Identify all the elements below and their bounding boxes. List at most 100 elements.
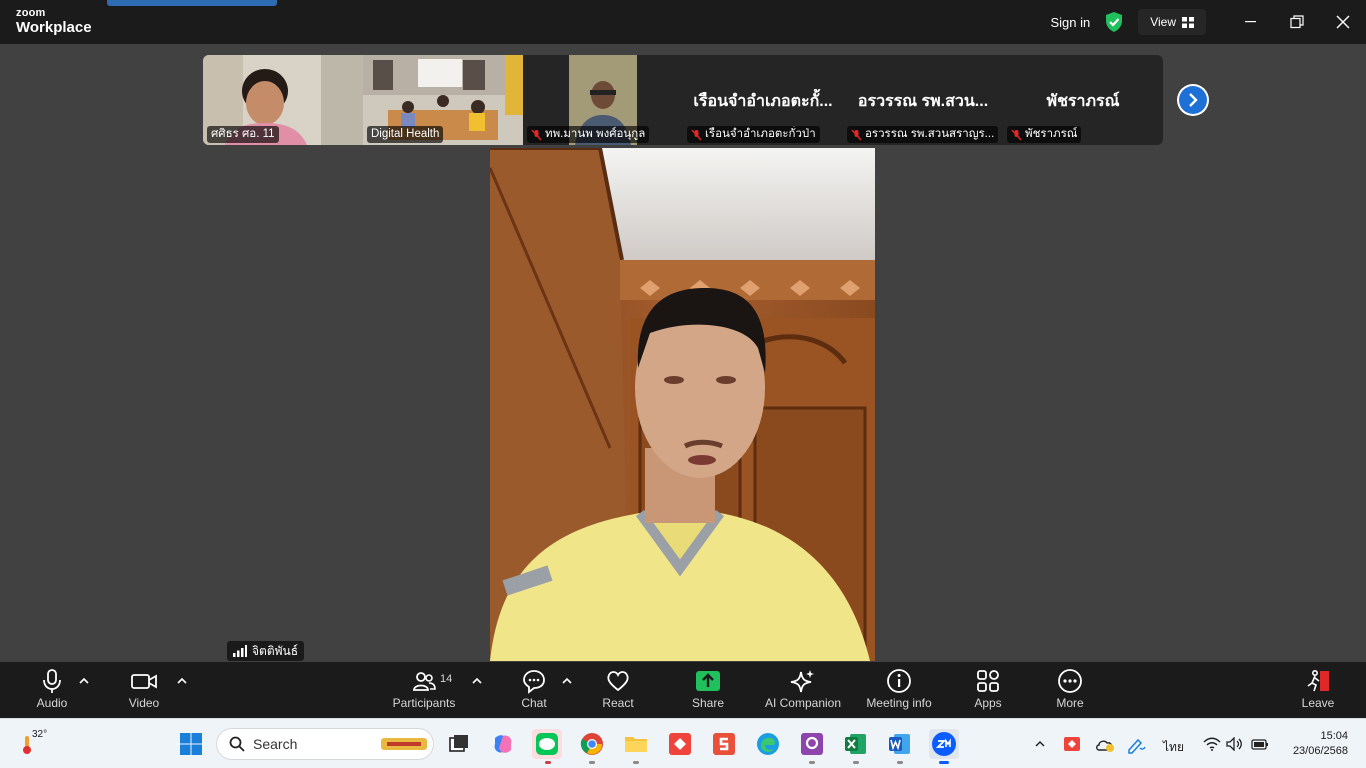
participant-tile[interactable]: เรือนจำอำเภอตะกั้... เรือนจำอำเภอตะกั่วป… [683,55,843,145]
start-button[interactable] [176,729,206,759]
speaker-video-frame [490,148,875,661]
share-button[interactable]: Share [668,668,748,710]
self-view-name: จิตติพันธ์ [252,643,299,658]
more-button[interactable]: More [1030,668,1110,710]
audio-label: Audio [36,696,68,710]
zoom-active-indicator [939,761,949,764]
windows-taskbar: 32° Search ไทย 15:04 23/06/2568 [0,718,1366,768]
anydesk-tray-icon[interactable] [1063,736,1081,752]
participant-name: เรือนจำอำเภอตะกั่วป่า [687,126,820,143]
taskbar-pdf-app[interactable] [797,729,827,759]
microphone-icon [43,669,61,693]
line-app-icon [536,733,558,755]
meeting-info-button[interactable]: Meeting info [859,668,939,710]
chat-button[interactable]: Chat [494,668,574,710]
participant-display-name: พัชราภรณ์ [1046,93,1120,110]
react-button[interactable]: React [578,668,658,710]
more-ellipsis-icon [1058,669,1082,693]
close-icon [1336,15,1350,29]
gallery-grid-icon [1182,16,1194,28]
apps-button[interactable]: Apps [948,668,1028,710]
search-icon [229,736,245,752]
leave-button[interactable]: Leave [1278,668,1358,710]
taskbar-snagit[interactable] [709,729,739,759]
clock-time: 15:04 [1320,730,1348,742]
snagit-icon [713,733,735,755]
wifi-icon[interactable] [1203,737,1221,751]
gallery-strip: ศศิธร ศอ. 11 Digital Health ทพ.มานพ พงศ์… [203,55,1163,145]
excel-icon [845,734,866,754]
task-view-button[interactable] [444,729,474,759]
audio-button[interactable]: Audio [12,668,92,710]
leave-label: Leave [1301,696,1335,710]
taskbar-copilot[interactable] [488,729,518,759]
next-page-button[interactable] [1177,84,1209,116]
ai-companion-button[interactable]: AI Companion [763,668,843,710]
show-hidden-icons-chevron-up-icon[interactable] [1034,739,1046,749]
participant-tile[interactable]: Digital Health [363,55,523,145]
participant-name: อรวรรณ รพ.สวนสราญร... [847,126,999,143]
participant-tile[interactable]: อรวรรณ รพ.สวน... อรวรรณ รพ.สวนสราญร... [843,55,1003,145]
excel-running-indicator [853,761,859,764]
participants-count: 14 [440,673,453,685]
view-label: View [1150,15,1176,29]
taskbar-file-explorer[interactable] [621,729,651,759]
weather-widget[interactable]: 32° [20,729,60,759]
brand-large: Workplace [16,19,92,36]
participant-name: ศศิธร ศอ. 11 [207,126,279,143]
pen-workspace-icon[interactable] [1126,736,1146,754]
participants-icon [413,672,436,691]
volume-icon[interactable] [1226,737,1244,751]
chat-label: Chat [521,696,547,710]
battery-icon[interactable] [1251,737,1269,751]
title-bar: zoom Workplace Sign in View [0,0,1366,44]
taskbar-anydesk[interactable] [665,729,695,759]
video-button[interactable]: Video [104,668,184,710]
participant-tile[interactable]: ทพ.มานพ พงศ์อนุกูล [523,55,683,145]
chat-options-chevron-up-icon[interactable] [561,676,573,686]
folder-icon [625,737,647,752]
participant-name: พัชราภรณ์ [1007,126,1082,143]
encryption-shield-icon[interactable] [1104,11,1124,33]
taskbar-search[interactable]: Search [216,728,434,760]
taskbar-chrome[interactable] [577,729,607,759]
participant-tile[interactable]: พัชราภรณ์ พัชราภรณ์ [1003,55,1163,145]
onedrive-icon[interactable] [1095,737,1115,753]
edge-icon [757,733,779,755]
react-label: React [602,696,634,710]
meeting-info-label: Meeting info [866,696,932,710]
taskbar-clock[interactable]: 15:04 23/06/2568 [1293,729,1348,759]
taskbar-word[interactable] [885,729,915,759]
sign-in-button[interactable]: Sign in [1040,15,1100,30]
meeting-area: ศศิธร ศอ. 11 Digital Health ทพ.มานพ พงศ์… [0,44,1366,662]
restore-button[interactable] [1274,0,1320,44]
windows-logo-icon [180,733,202,755]
apps-icon [977,670,999,692]
taskbar-line-app[interactable] [532,729,562,759]
zoom-logo: zoom Workplace [16,8,92,36]
window-focus-accent [107,0,277,6]
active-speaker-video[interactable] [490,148,875,661]
pdf-app-icon [801,733,823,755]
video-camera-icon [131,674,157,689]
minimize-icon [1245,21,1256,23]
taskbar-excel[interactable] [841,729,871,759]
more-label: More [1056,696,1084,710]
audio-options-chevron-up-icon[interactable] [78,676,90,686]
muted-mic-icon [1011,129,1022,140]
close-button[interactable] [1320,0,1366,44]
chrome-icon [580,733,603,755]
taskbar-zoom[interactable] [929,729,959,759]
self-view-label: จิตติพันธ์ [227,641,305,661]
share-label: Share [691,696,725,710]
apps-label: Apps [974,696,1002,710]
view-button[interactable]: View [1138,9,1206,35]
taskbar-edge[interactable] [753,729,783,759]
muted-mic-icon [531,129,542,140]
participants-options-chevron-up-icon[interactable] [471,676,483,686]
input-language[interactable]: ไทย [1163,738,1184,757]
video-options-chevron-up-icon[interactable] [176,676,188,686]
leave-icon [1307,669,1329,692]
minimize-button[interactable] [1228,0,1274,44]
participant-tile[interactable]: ศศิธร ศอ. 11 [203,55,363,145]
